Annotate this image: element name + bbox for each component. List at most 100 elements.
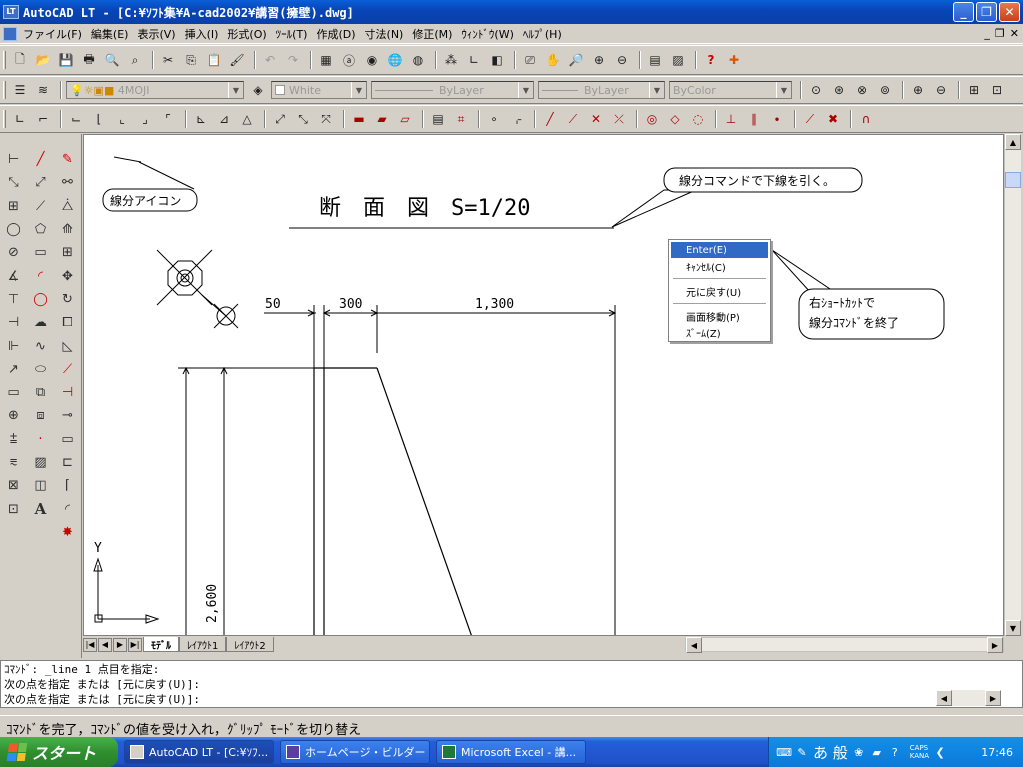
document-icon[interactable]	[3, 26, 17, 41]
help-icon[interactable]: ?	[701, 50, 721, 70]
new-file-icon[interactable]: 🗋	[10, 50, 30, 70]
save-icon[interactable]: 💾	[56, 50, 76, 70]
ucs-face-icon[interactable]: ⌟	[135, 109, 155, 129]
snap-midpoint-icon[interactable]: ⟋	[563, 109, 583, 129]
zoom-in-icon[interactable]: ⊕	[908, 80, 928, 100]
dim-override-icon[interactable]: ▱	[395, 109, 415, 129]
tab-model[interactable]: ﾓﾃﾞﾙ	[143, 637, 179, 652]
revision-cloud-icon[interactable]: ☁	[28, 311, 53, 334]
break-icon[interactable]: ▭	[55, 428, 80, 451]
tab-layout2[interactable]: ﾚｲｱｳﾄ2	[226, 637, 274, 652]
find-icon[interactable]: ⌕	[125, 50, 145, 70]
zoom-all-icon[interactable]: ⊞	[964, 80, 984, 100]
ucs-previous-icon[interactable]: ⌊	[89, 109, 109, 129]
snap-from-icon[interactable]: ⌌	[507, 109, 527, 129]
trim-icon[interactable]: ⊣	[55, 381, 80, 404]
dim-baseline-icon[interactable]: ⊣	[1, 311, 26, 334]
redo-icon[interactable]: ↷	[283, 50, 303, 70]
tool-icon[interactable]: ▰	[870, 745, 884, 759]
mdi-restore-icon[interactable]: ❐	[995, 27, 1005, 40]
insert-block-icon[interactable]: ⧉	[28, 381, 53, 404]
circle-icon[interactable]: ◯	[28, 288, 53, 311]
task-autocad[interactable]: AutoCAD LT - [C:¥ｿﾌ...	[124, 740, 274, 764]
zoom-window-icon[interactable]: ⊕	[589, 50, 609, 70]
ucs-world-icon[interactable]: ⌙	[66, 109, 86, 129]
ucs-view-icon[interactable]: ⌜	[158, 109, 178, 129]
ime-mode[interactable]: あ 般	[813, 742, 848, 763]
rotate-icon[interactable]: ↻	[55, 288, 80, 311]
dim-linear-icon[interactable]: ∟	[10, 109, 30, 129]
web-icon[interactable]: ◉	[362, 50, 382, 70]
move-icon[interactable]: ✥	[55, 264, 80, 287]
zoom-realtime-icon[interactable]: 🔎	[566, 50, 586, 70]
tab-last-icon[interactable]: ▶|	[128, 637, 142, 652]
globe-icon[interactable]: 🌐	[385, 50, 405, 70]
array-icon[interactable]: ⊞	[55, 241, 80, 264]
scale-icon[interactable]: ⧠	[55, 311, 80, 334]
dim-diameter-icon[interactable]: ⊘	[1, 241, 26, 264]
zoom-out-icon[interactable]: ⊖	[931, 80, 951, 100]
restore-button[interactable]: ❐	[976, 2, 997, 22]
snap-quadrant-icon[interactable]: ◇	[665, 109, 685, 129]
ucs-preset-icon[interactable]: ⤧	[316, 109, 336, 129]
linetype-dropdown[interactable]: ByLayer ▼	[371, 81, 534, 99]
ucs-3point-icon[interactable]: △	[237, 109, 257, 129]
scroll-left-icon[interactable]: ◀	[686, 637, 702, 653]
break-at-point-icon[interactable]: ⊏	[55, 451, 80, 474]
plotstyle-dropdown[interactable]: ByColor ▼	[669, 81, 792, 99]
construction-line-icon[interactable]: ⤢	[28, 171, 53, 194]
menu-insert[interactable]: 挿入(I)	[185, 26, 219, 42]
ucs-object-icon[interactable]: ⌞	[112, 109, 132, 129]
zoom-dynamic-icon[interactable]: ⊛	[829, 80, 849, 100]
close-button[interactable]: ✕	[999, 2, 1020, 22]
tray-expand-icon[interactable]: ❮	[933, 745, 947, 759]
keyboard-icon[interactable]: ⌨	[776, 745, 792, 759]
ucs-icon[interactable]: ∟	[464, 50, 484, 70]
lineweight-dropdown[interactable]: ByLayer ▼	[538, 81, 665, 99]
dim-continue-icon[interactable]: ⊩	[1, 334, 26, 357]
mdi-minimize-icon[interactable]: _	[984, 27, 990, 40]
scroll-right-icon[interactable]: ▶	[985, 690, 1001, 706]
menu-help[interactable]: ﾍﾙﾌﾟ(H)	[523, 26, 562, 42]
leader-icon[interactable]: ↗	[1, 358, 26, 381]
chevron-down-icon[interactable]: ▼	[518, 82, 533, 98]
context-cancel[interactable]: ｷｬﾝｾﾙ(C)	[671, 258, 768, 274]
make-object-layer-current-icon[interactable]: ◈	[248, 80, 268, 100]
menu-file[interactable]: ファイル(F)	[23, 26, 82, 42]
scroll-up-icon[interactable]: ▲	[1005, 134, 1021, 150]
task-excel[interactable]: Microsoft Excel - 講...	[436, 740, 586, 764]
open-folder-icon[interactable]: 📂	[33, 50, 53, 70]
list-icon[interactable]: ▤	[428, 109, 448, 129]
menu-tools[interactable]: ﾂｰﾙ(T)	[276, 26, 308, 42]
snap-none-icon[interactable]: ✖	[823, 109, 843, 129]
erase-icon[interactable]: ✎	[55, 148, 80, 171]
dim-edit-icon[interactable]: ⩲	[1, 428, 26, 451]
explode-icon[interactable]: ✸	[55, 521, 80, 544]
arc-icon[interactable]: ◜	[28, 264, 53, 287]
toolbar-grip[interactable]	[3, 110, 6, 128]
snap-perpendicular-icon[interactable]: ⊥	[721, 109, 741, 129]
context-undo[interactable]: 元に戻す(U)	[671, 283, 768, 299]
tab-prev-icon[interactable]: ◀	[98, 637, 112, 652]
menu-draw[interactable]: 作成(D)	[316, 26, 355, 42]
object-snap-icon[interactable]: ⁂	[441, 50, 461, 70]
tab-next-icon[interactable]: ▶	[113, 637, 127, 652]
menu-edit[interactable]: 編集(E)	[91, 26, 129, 42]
publish-icon[interactable]: ◍	[408, 50, 428, 70]
dbconnect-icon[interactable]: ▨	[668, 50, 688, 70]
rectangle-icon[interactable]: ▭	[28, 241, 53, 264]
ime-icon[interactable]: ✎	[795, 745, 809, 759]
polygon-icon[interactable]: ⬠	[28, 218, 53, 241]
osnap-settings-icon[interactable]: ∩	[856, 109, 876, 129]
print-preview-icon[interactable]: 🔍	[102, 50, 122, 70]
scroll-thumb[interactable]	[1005, 172, 1021, 188]
toolbar-grip[interactable]	[3, 81, 6, 99]
dim-aligned-icon[interactable]: ⤡	[1, 171, 26, 194]
quick-dim-icon[interactable]: ⊤	[1, 288, 26, 311]
center-mark-icon[interactable]: ⊕	[1, 404, 26, 427]
context-zoom[interactable]: ｽﾞｰﾑ(Z)	[671, 324, 768, 340]
scroll-down-icon[interactable]: ▼	[1005, 620, 1021, 636]
scroll-left-icon[interactable]: ◀	[936, 690, 952, 706]
mirror-icon[interactable]: ⧊	[55, 195, 80, 218]
polyline-icon[interactable]: ⟋	[28, 195, 53, 218]
